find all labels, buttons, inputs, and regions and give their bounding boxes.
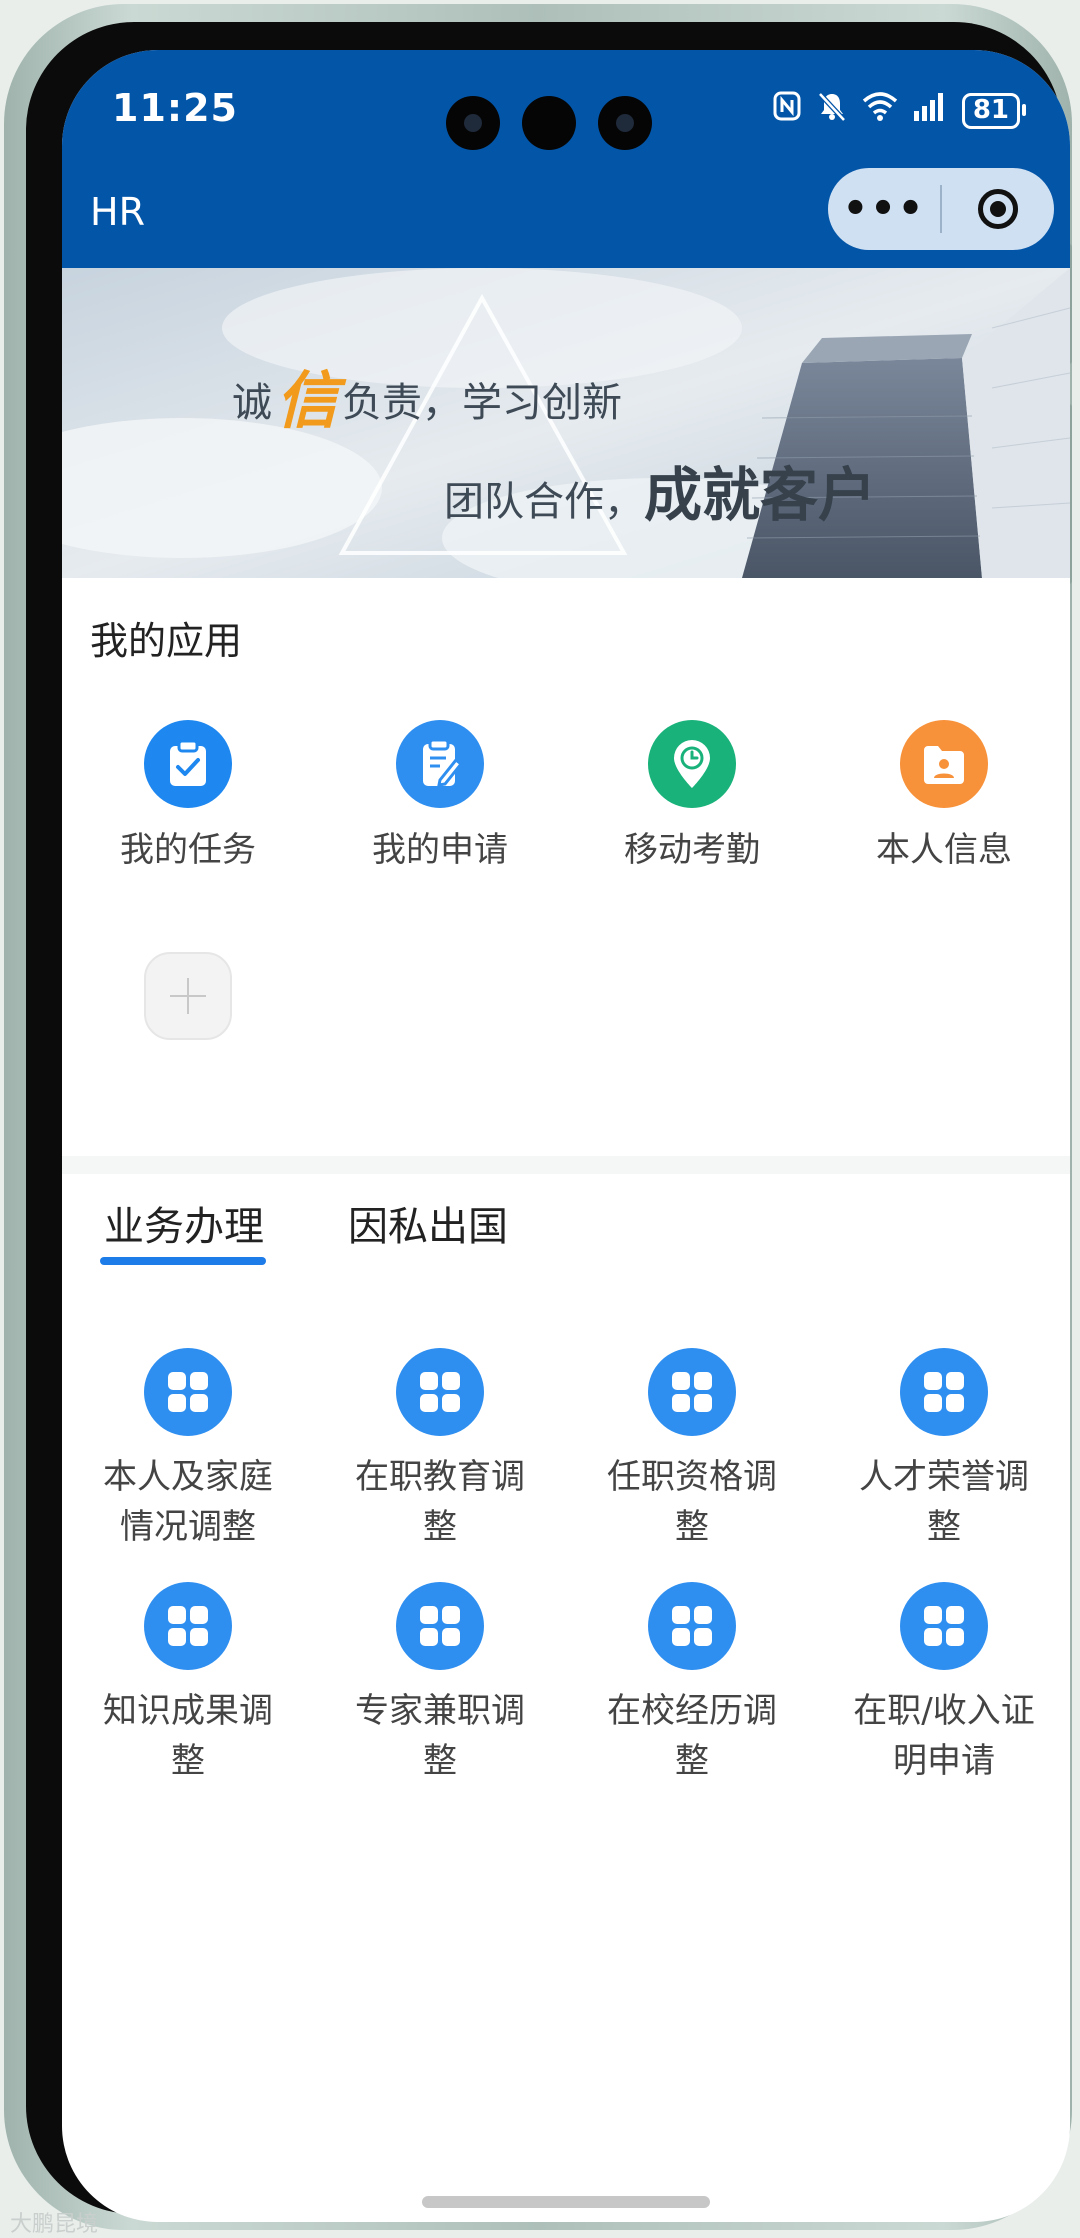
more-dots-icon[interactable]: •••: [828, 189, 940, 229]
biz-item[interactable]: 在职/收入证明申请: [818, 1582, 1070, 1786]
status-time: 11:25: [112, 86, 238, 130]
biz-label: 本人及家庭情况调整: [103, 1457, 273, 1547]
location-clock-icon: [648, 720, 736, 808]
add-app-button[interactable]: [144, 952, 232, 1040]
status-icons: 81: [772, 90, 1027, 131]
app-label: 移动考勤: [624, 830, 760, 870]
tab-private-travel[interactable]: 因私出国: [348, 1194, 508, 1252]
grid-four-icon: [900, 1348, 988, 1436]
watermark: 大鹏昆境: [10, 2212, 99, 2237]
mini-program-capsule: •••: [828, 168, 1054, 250]
phone-frame: 11:25 81 HR ••• 诚信 负责，学习创新 团队合作，成就客户 我的应…: [4, 4, 1072, 2230]
app-mobile-attendance[interactable]: 移动考勤: [566, 720, 818, 871]
my-apps-title: 我的应用: [90, 619, 243, 663]
tab-active-indicator: [100, 1257, 266, 1265]
section-divider: [62, 1156, 1070, 1174]
tab-business[interactable]: 业务办理: [104, 1194, 264, 1252]
biz-item[interactable]: 在校经历调整: [566, 1582, 818, 1786]
close-button[interactable]: [942, 189, 1054, 229]
clipboard-check-icon: [144, 720, 232, 808]
home-indicator[interactable]: [422, 2196, 710, 2208]
banner-slogan-1: 诚信 负责，学习创新: [232, 364, 623, 437]
biz-item[interactable]: 任职资格调整: [566, 1348, 818, 1552]
nfc-icon: [772, 90, 802, 131]
banner-slogan-2: 团队合作，成就客户: [444, 461, 877, 529]
biz-item[interactable]: 专家兼职调整: [314, 1582, 566, 1786]
biz-item[interactable]: 知识成果调整: [62, 1582, 314, 1786]
folder-person-icon: [900, 720, 988, 808]
biz-item[interactable]: 本人及家庭情况调整: [62, 1348, 314, 1552]
biz-label: 在职教育调整: [355, 1457, 525, 1547]
signal-icon: [912, 91, 948, 130]
grid-four-icon: [648, 1582, 736, 1670]
grid-four-icon: [396, 1348, 484, 1436]
grid-four-icon: [648, 1348, 736, 1436]
camera-sensor-icon: [522, 96, 576, 150]
biz-label: 专家兼职调整: [355, 1691, 525, 1781]
app-label: 本人信息: [876, 830, 1012, 870]
screen: 11:25 81 HR ••• 诚信 负责，学习创新 团队合作，成就客户 我的应…: [62, 50, 1070, 2222]
phone-bezel: 11:25 81 HR ••• 诚信 负责，学习创新 团队合作，成就客户 我的应…: [26, 22, 1070, 2222]
biz-label: 在职/收入证明申请: [853, 1691, 1035, 1781]
biz-label: 人才荣誉调整: [859, 1457, 1029, 1547]
biz-label: 知识成果调整: [103, 1691, 273, 1781]
biz-item[interactable]: 人才荣誉调整: [818, 1348, 1070, 1552]
plus-icon: [170, 978, 206, 1014]
top-bar: 11:25 81 HR •••: [62, 50, 1070, 268]
grid-four-icon: [900, 1582, 988, 1670]
mute-icon: [816, 90, 848, 131]
app-my-tasks[interactable]: 我的任务: [62, 720, 314, 871]
edit-document-icon: [396, 720, 484, 808]
grid-four-icon: [144, 1582, 232, 1670]
grid-four-icon: [396, 1582, 484, 1670]
camera-lens-icon: [446, 96, 500, 150]
wifi-icon: [862, 91, 898, 130]
app-personal-info[interactable]: 本人信息: [818, 720, 1070, 871]
banner[interactable]: 诚信 负责，学习创新 团队合作，成就客户: [62, 268, 1070, 578]
battery-icon: 81: [961, 92, 1027, 129]
biz-item[interactable]: 在职教育调整: [314, 1348, 566, 1552]
page-title: HR: [90, 190, 145, 234]
biz-label: 在校经历调整: [607, 1691, 777, 1781]
grid-four-icon: [144, 1348, 232, 1436]
target-circle-icon: [978, 189, 1018, 229]
app-label: 我的任务: [120, 830, 256, 870]
biz-label: 任职资格调整: [607, 1457, 777, 1547]
app-label: 我的申请: [372, 830, 508, 870]
app-my-applications[interactable]: 我的申请: [314, 720, 566, 871]
camera-lens-icon: [598, 96, 652, 150]
